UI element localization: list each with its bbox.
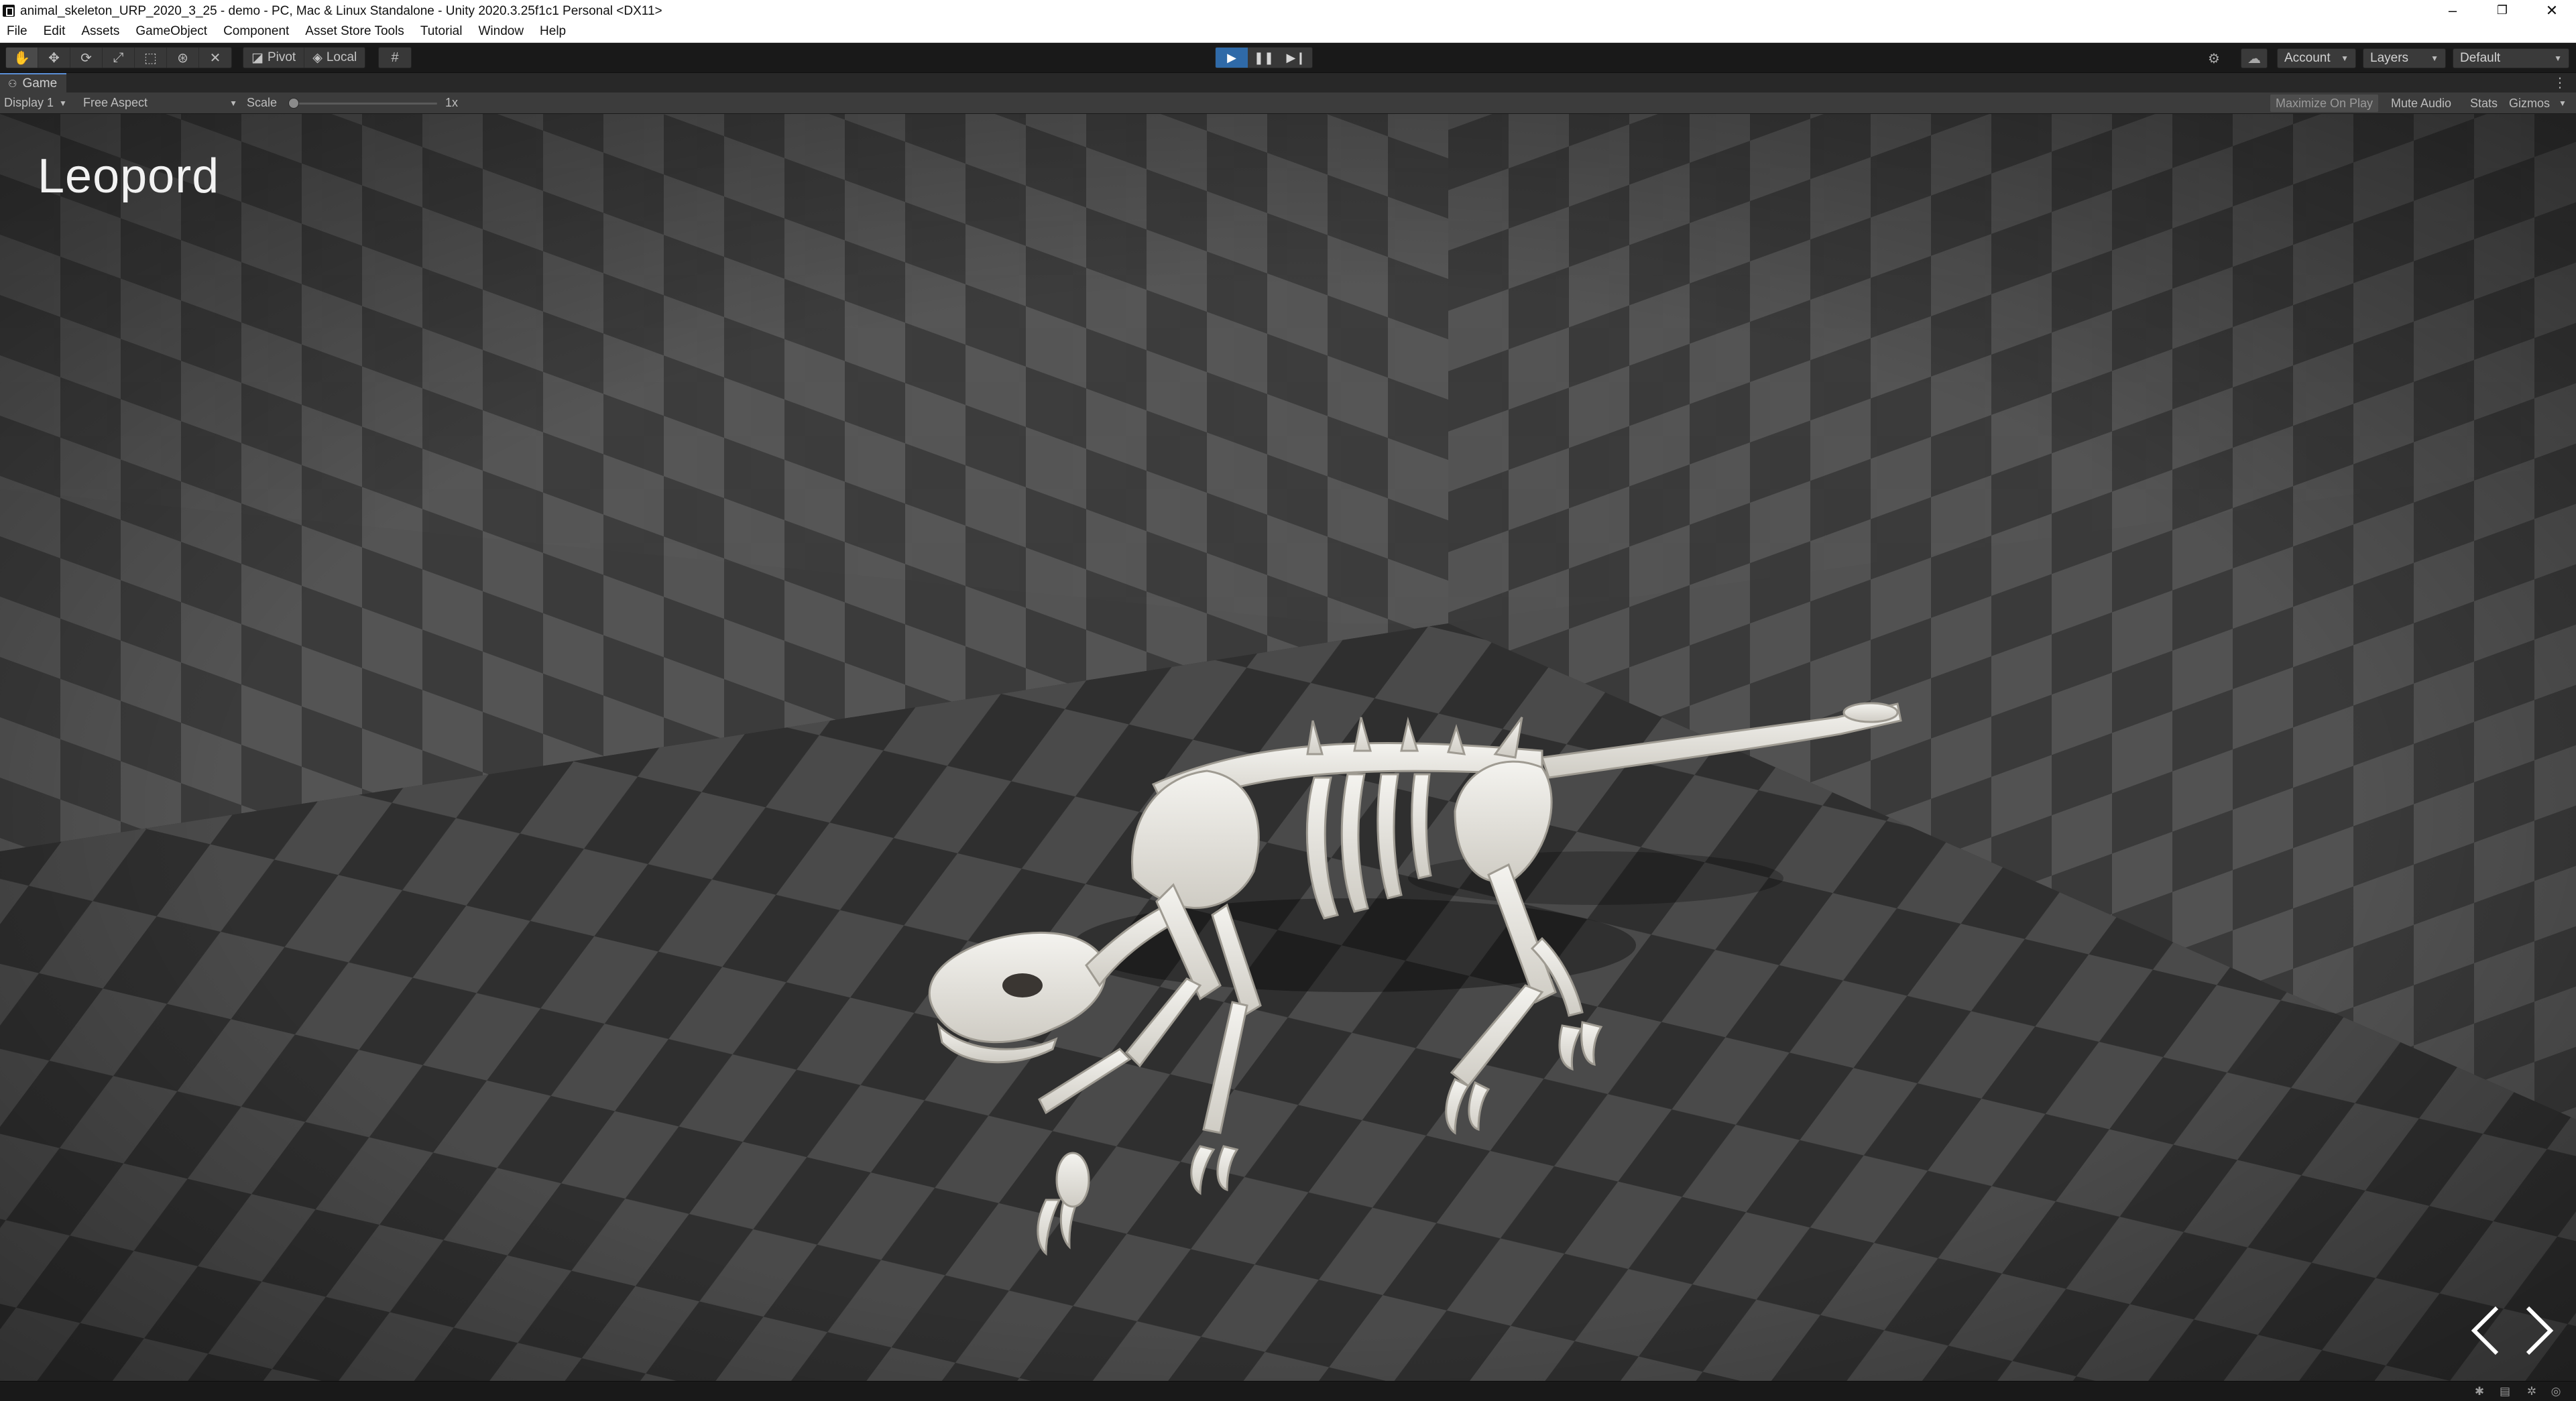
gamepad-icon: ⚇: [8, 78, 17, 90]
close-button[interactable]: ✕: [2532, 0, 2572, 21]
menu-bar: File Edit Assets GameObject Component As…: [0, 21, 2576, 43]
gizmos-label: Gizmos: [2509, 96, 2551, 110]
progress-icon[interactable]: ▤: [2497, 1385, 2513, 1398]
tab-game[interactable]: ⚇ Game: [0, 73, 67, 93]
unity-app-icon: [3, 5, 15, 17]
scale-slider-track[interactable]: [290, 103, 437, 105]
cloud-icon[interactable]: ☁: [2241, 48, 2268, 68]
eye-socket: [1002, 973, 1043, 997]
maximize-on-play-toggle[interactable]: Maximize On Play: [2270, 95, 2379, 112]
front-paw-bone: [1055, 1152, 1090, 1208]
chevron-down-icon[interactable]: ▼: [2559, 99, 2567, 108]
play-button[interactable]: ▶: [1216, 48, 1248, 68]
status-bar: ✱ ▤ ✲ ◎: [0, 1381, 2576, 1401]
custom-tool-icon[interactable]: ✕: [199, 48, 231, 68]
menu-assets[interactable]: Assets: [81, 24, 119, 39]
settings-icon[interactable]: ⚙: [2201, 48, 2227, 68]
vignette: [0, 114, 2576, 1381]
menu-gameobject[interactable]: GameObject: [135, 24, 207, 39]
scale-tool-icon[interactable]: ⤢: [103, 48, 135, 68]
previous-animal-button[interactable]: [2462, 1300, 2509, 1361]
grid-snap-group: #: [378, 47, 412, 68]
scale-slider-handle[interactable]: [288, 98, 299, 109]
menu-window[interactable]: Window: [478, 24, 524, 39]
restore-button[interactable]: ❐: [2482, 0, 2522, 21]
grid-snap-icon[interactable]: #: [379, 48, 411, 68]
aspect-dropdown[interactable]: Free Aspect ▼: [83, 96, 237, 110]
chevron-down-icon: ▼: [229, 98, 237, 108]
scene-render: [0, 114, 2576, 1381]
menu-help[interactable]: Help: [540, 24, 566, 39]
pivot-label: Pivot: [267, 50, 296, 64]
menu-asset-store-tools[interactable]: Asset Store Tools: [305, 24, 404, 39]
layout-dropdown[interactable]: Default ▼: [2453, 48, 2569, 68]
local-toggle[interactable]: ◈ Local: [304, 48, 365, 68]
aspect-label: Free Aspect: [83, 96, 148, 109]
pivot-toggle[interactable]: ◪ Pivot: [243, 48, 305, 68]
pause-button[interactable]: ❚❚: [1248, 48, 1280, 68]
game-viewport[interactable]: Leopord: [0, 114, 2576, 1381]
layers-label: Layers: [2370, 51, 2409, 65]
chevron-right-icon: [2526, 1306, 2554, 1355]
transform-tools-group: ✋ ✥ ⟳ ⤢ ⬚ ⊛ ✕: [5, 47, 232, 68]
move-tool-icon[interactable]: ✥: [38, 48, 70, 68]
transform-tool-icon[interactable]: ⊛: [167, 48, 199, 68]
collab-icon[interactable]: ◎: [2548, 1385, 2564, 1398]
step-button[interactable]: ▶❙: [1280, 48, 1312, 68]
local-icon: ◈: [312, 50, 323, 65]
rotate-tool-icon[interactable]: ⟳: [70, 48, 103, 68]
chevron-left-icon: [2471, 1306, 2499, 1355]
stats-toggle[interactable]: Stats: [2465, 95, 2503, 112]
chevron-down-icon: ▼: [59, 98, 67, 108]
scale-value: 1x: [445, 96, 459, 109]
minimize-button[interactable]: –: [2433, 0, 2473, 21]
rect-tool-icon[interactable]: ⬚: [135, 48, 167, 68]
tail-tip: [1842, 702, 1899, 723]
chevron-down-icon: ▼: [2431, 54, 2439, 63]
debug-icon[interactable]: ✱: [2471, 1385, 2487, 1398]
scale-label: Scale: [247, 96, 278, 109]
next-animal-button[interactable]: [2516, 1300, 2563, 1361]
auto-generate-lighting-icon[interactable]: ✲: [2524, 1385, 2540, 1398]
menu-file[interactable]: File: [7, 24, 27, 39]
play-controls: ▶ ❚❚ ▶❙: [1215, 47, 1313, 68]
display-dropdown[interactable]: Display 1 ▼: [4, 96, 67, 110]
game-view-toolbar: Display 1 ▼ Free Aspect ▼ Scale 1x Maxim…: [0, 93, 2576, 114]
account-dropdown[interactable]: Account ▼: [2277, 48, 2356, 68]
tab-game-label: Game: [22, 76, 58, 90]
main-toolbar: ✋ ✥ ⟳ ⤢ ⬚ ⊛ ✕ ◪ Pivot ◈ Local # ▶ ❚❚ ▶❙ …: [0, 43, 2576, 72]
window-title-bar: animal_skeleton_URP_2020_3_25 - demo - P…: [0, 0, 2576, 21]
window-title: animal_skeleton_URP_2020_3_25 - demo - P…: [20, 4, 662, 18]
chevron-down-icon: ▼: [2341, 54, 2349, 63]
layers-dropdown[interactable]: Layers ▼: [2363, 48, 2446, 68]
layout-label: Default: [2460, 51, 2501, 65]
gizmos-toggle[interactable]: Gizmos: [2504, 95, 2555, 112]
menu-component[interactable]: Component: [223, 24, 289, 39]
animal-name-label: Leopord: [38, 149, 220, 203]
menu-tutorial[interactable]: Tutorial: [420, 24, 463, 39]
game-tab-strip: ⚇ Game ⋮: [0, 72, 2576, 93]
local-label: Local: [326, 50, 357, 64]
pivot-icon: ◪: [251, 50, 264, 65]
chevron-down-icon: ▼: [2554, 54, 2562, 63]
display-label: Display 1: [4, 96, 54, 109]
mute-audio-toggle[interactable]: Mute Audio: [2386, 95, 2457, 112]
pivot-group: ◪ Pivot ◈ Local: [243, 47, 366, 68]
account-label: Account: [2284, 51, 2331, 65]
more-options-icon[interactable]: ⋮: [2553, 74, 2567, 91]
hand-tool-icon[interactable]: ✋: [6, 48, 38, 68]
menu-edit[interactable]: Edit: [44, 24, 66, 39]
